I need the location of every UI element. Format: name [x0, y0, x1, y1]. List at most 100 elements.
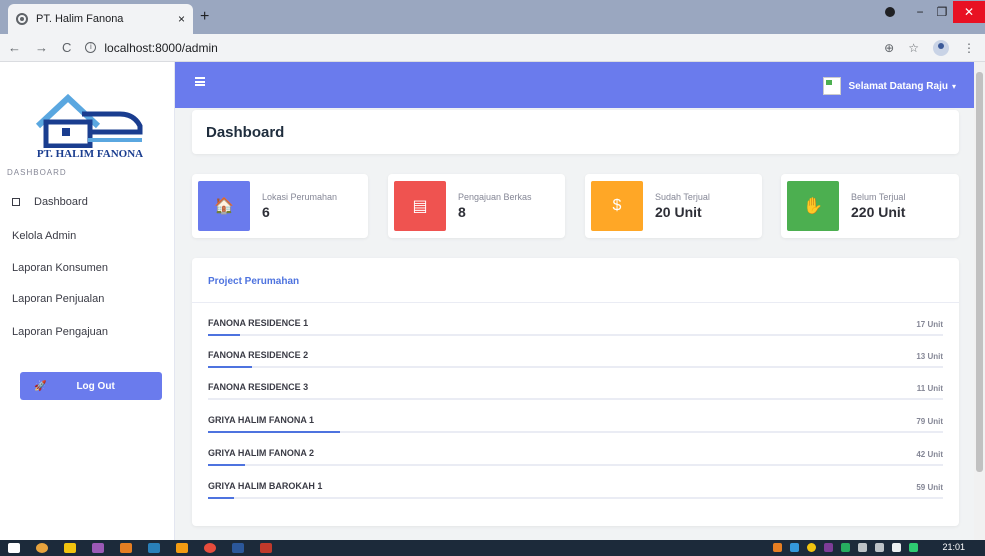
logo-text: PT. HALIM FANONA: [36, 148, 144, 160]
scrollbar-thumb[interactable]: [976, 72, 983, 472]
globe-icon: [16, 13, 28, 25]
menu-toggle-icon[interactable]: [195, 77, 205, 86]
extension-icon[interactable]: [885, 7, 895, 17]
sidebar-item-label: Dashboard: [34, 196, 88, 208]
logout-button[interactable]: 🚀 Log Out: [20, 372, 162, 400]
progress-bar: [208, 464, 943, 466]
bluetooth-icon[interactable]: [790, 542, 800, 552]
sidebar-item-kelola-admin[interactable]: Kelola Admin: [12, 230, 76, 242]
company-logo[interactable]: PT. HALIM FANONA: [30, 92, 150, 162]
search-icon[interactable]: [36, 543, 48, 553]
home-icon: 🏠: [198, 181, 250, 231]
stat-value: 220 Unit: [851, 204, 906, 220]
app-icon[interactable]: [260, 543, 272, 553]
app-icon[interactable]: [120, 543, 132, 553]
user-avatar: [822, 77, 841, 95]
rocket-icon: 🚀: [34, 380, 47, 392]
progress-bar: [208, 398, 943, 400]
sidebar-item-label: Laporan Pengajuan: [12, 326, 109, 338]
star-icon[interactable]: ☆: [908, 41, 919, 55]
sidebar-item-label: Laporan Konsumen: [12, 262, 109, 274]
stat-label: Sudah Terjual: [655, 192, 710, 202]
zoom-icon[interactable]: ⊕: [884, 41, 894, 55]
close-window-button[interactable]: ✕: [953, 1, 985, 23]
sidebar-heading: DASHBOARD: [7, 168, 67, 177]
new-tab-button[interactable]: +: [200, 8, 209, 26]
volume-icon[interactable]: [892, 542, 902, 552]
browser-tab[interactable]: PT. Halim Fanona ×: [8, 4, 193, 34]
tab-close-button[interactable]: ×: [178, 12, 185, 26]
profile-avatar[interactable]: [933, 40, 949, 56]
url-text: localhost:8000/admin: [104, 40, 218, 55]
network-icon[interactable]: [858, 542, 868, 552]
project-row: FANONA RESIDENCE 3 11 Unit: [208, 382, 943, 412]
info-icon[interactable]: i: [85, 42, 97, 53]
progress-bar: [208, 366, 943, 368]
document-icon: ▤: [394, 181, 446, 231]
project-row: GRIYA HALIM BAROKAH 1 59 Unit: [208, 481, 943, 511]
stat-label: Lokasi Perumahan: [262, 192, 338, 202]
app-icon[interactable]: [176, 543, 188, 553]
stat-card-belum-terjual: ✋ Belum Terjual 220 Unit: [781, 174, 959, 238]
sidebar-item-label: Kelola Admin: [12, 230, 77, 242]
hand-icon: ✋: [787, 181, 839, 231]
url-field[interactable]: i localhost:8000/admin: [85, 40, 218, 55]
file-explorer-icon[interactable]: [64, 543, 76, 553]
progress-fill: [208, 464, 245, 466]
windows-start-icon[interactable]: [8, 543, 20, 553]
back-button[interactable]: ←: [8, 40, 21, 55]
word-icon[interactable]: [232, 543, 244, 553]
tray-icon[interactable]: [841, 542, 851, 552]
maximize-button[interactable]: ❐: [931, 5, 953, 19]
chrome-icon[interactable]: [204, 543, 216, 553]
progress-bar: [208, 497, 943, 499]
progress-fill: [208, 366, 253, 368]
tray-icon[interactable]: [807, 542, 817, 552]
progress-bar: [208, 431, 943, 433]
sidebar-item-laporan-pengajuan[interactable]: Laporan Pengajuan: [12, 326, 108, 338]
tray-icon[interactable]: [773, 542, 783, 552]
address-bar-actions: ⊕ ☆ ⋮: [884, 40, 975, 56]
project-row: FANONA RESIDENCE 1 17 Unit: [208, 318, 943, 348]
progress-fill: [208, 497, 234, 499]
page-scrollbar[interactable]: [974, 62, 985, 540]
project-row: FANONA RESIDENCE 2 13 Unit: [208, 350, 943, 380]
project-row: GRIYA HALIM FANONA 2 42 Unit: [208, 448, 943, 478]
stat-value: 8: [458, 204, 466, 220]
stat-card-lokasi: 🏠 Lokasi Perumahan 6: [192, 174, 368, 238]
vscode-icon[interactable]: [148, 543, 160, 553]
stat-label: Belum Terjual: [851, 192, 906, 202]
tray-icon[interactable]: [909, 542, 919, 552]
project-card-title: Project Perumahan: [208, 276, 300, 287]
divider: [192, 302, 959, 303]
system-tray: 21:01: [773, 542, 965, 552]
reload-button[interactable]: C: [62, 40, 71, 55]
address-bar: ← → C i localhost:8000/admin ⊕ ☆ ⋮: [0, 34, 985, 62]
stat-card-pengajuan: ▤ Pengajuan Berkas 8: [388, 174, 565, 238]
browser-menu-icon[interactable]: ⋮: [963, 41, 975, 55]
project-count: 42 Unit: [916, 450, 943, 459]
onenote-icon[interactable]: [824, 542, 834, 552]
project-name: FANONA RESIDENCE 1: [208, 318, 309, 328]
user-dropdown[interactable]: Selamat Datang Raju ▾: [822, 77, 956, 95]
stat-card-sudah-terjual: $ Sudah Terjual 20 Unit: [585, 174, 762, 238]
battery-icon[interactable]: [875, 542, 885, 552]
hand-money-icon: $: [591, 181, 643, 231]
project-count: 59 Unit: [916, 483, 943, 492]
browser-tab-bar: PT. Halim Fanona × + − ❐ ✕: [0, 0, 985, 34]
progress-bar: [208, 334, 943, 336]
project-count: 11 Unit: [916, 384, 943, 393]
sidebar-item-laporan-konsumen[interactable]: Laporan Konsumen: [12, 262, 108, 274]
progress-fill: [208, 431, 341, 433]
sidebar-item-dashboard[interactable]: Dashboard: [6, 196, 88, 208]
logout-label: Log Out: [76, 380, 115, 392]
sidebar-item-label: Laporan Penjualan: [12, 293, 105, 305]
project-count: 17 Unit: [916, 320, 943, 329]
sidebar-item-laporan-penjualan[interactable]: Laporan Penjualan: [12, 293, 104, 305]
clock[interactable]: 21:01: [942, 542, 965, 552]
minimize-button[interactable]: −: [909, 5, 931, 19]
settings-icon[interactable]: [92, 543, 104, 553]
forward-button[interactable]: →: [35, 40, 48, 55]
project-row: GRIYA HALIM FANONA 1 79 Unit: [208, 415, 943, 445]
stat-label: Pengajuan Berkas: [458, 192, 532, 202]
